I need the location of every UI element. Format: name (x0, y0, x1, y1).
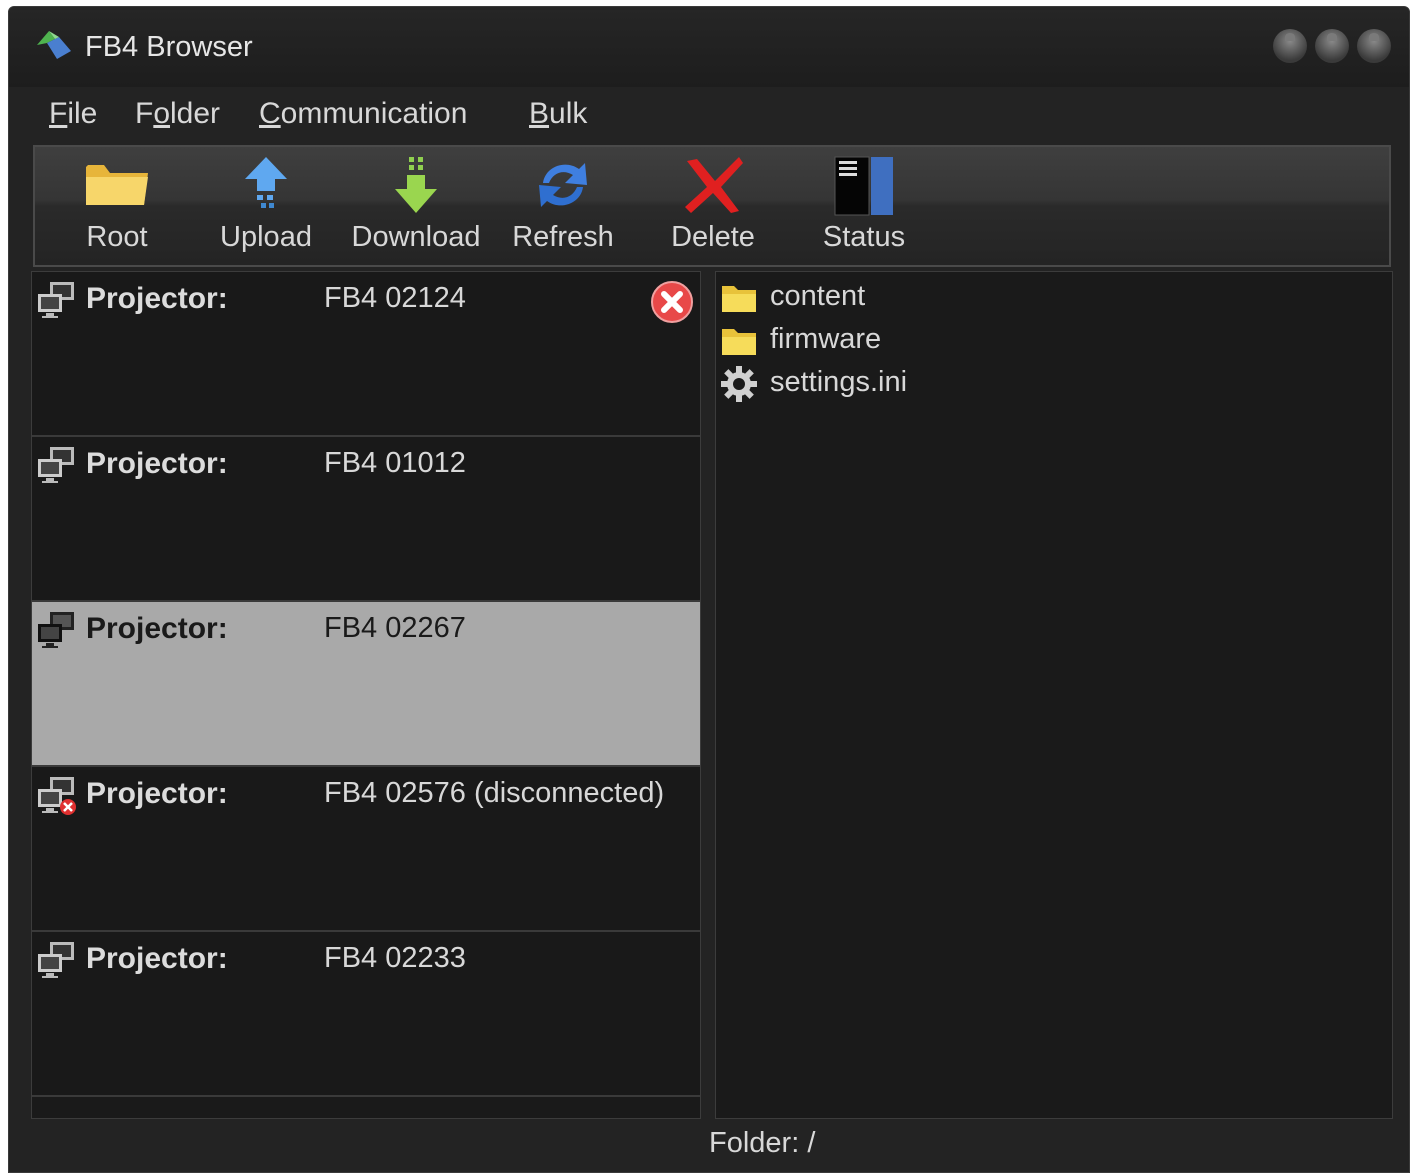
projector-row-selected[interactable]: Projector: FB4 02267 (32, 602, 700, 767)
title-bar: FB4 Browser (9, 7, 1409, 87)
projector-row[interactable]: Projector: FB4 02233 (32, 932, 700, 1097)
upload-button[interactable]: Upload (211, 147, 321, 265)
projector-row[interactable]: Projector: FB4 02576 (disconnected) (32, 767, 700, 932)
window-title: FB4 Browser (85, 31, 253, 63)
root-button[interactable]: Root (59, 147, 175, 265)
projector-icon (38, 612, 74, 648)
projector-icon (38, 942, 74, 978)
maximize-button[interactable] (1315, 29, 1349, 63)
close-button[interactable] (1357, 29, 1391, 63)
menu-bulk[interactable]: Bulk (529, 97, 587, 131)
delete-button[interactable]: Delete (661, 147, 765, 265)
file-browser-pane: content firmware settings.ini (715, 271, 1393, 1119)
refresh-button[interactable]: Refresh (511, 147, 615, 265)
minimize-button[interactable] (1273, 29, 1307, 63)
upload-icon (245, 157, 287, 208)
menu-communication[interactable]: Communication (259, 97, 467, 131)
app-icon (37, 31, 71, 59)
menu-folder[interactable]: Folder (135, 97, 220, 131)
projector-row[interactable]: Projector: FB4 01012 (32, 437, 700, 602)
projector-list: Projector: FB4 02124 Projector: FB4 0101… (31, 271, 701, 1119)
download-icon (395, 157, 437, 213)
folder-icon (722, 329, 756, 355)
remove-projector-icon[interactable] (650, 280, 694, 324)
menu-file[interactable]: File (49, 97, 97, 131)
toolbar: Root Upload Download Refresh Delete Stat… (33, 145, 1391, 267)
fb4-browser-window: FB4 Browser File Folder Communication Bu… (8, 6, 1410, 1173)
projector-icon (38, 447, 74, 483)
delete-icon (685, 157, 743, 213)
projector-row[interactable]: Projector: FB4 02124 (32, 272, 700, 437)
gear-icon (721, 366, 757, 402)
current-folder-label: Folder: / (709, 1127, 816, 1159)
menu-bar: File Folder Communication Bulk (9, 87, 1409, 143)
folder-icon (722, 286, 756, 312)
download-button[interactable]: Download (351, 147, 481, 265)
status-icon (834, 156, 893, 216)
projector-disconnected-icon (38, 777, 76, 815)
refresh-icon (539, 163, 587, 207)
projector-icon (38, 282, 74, 318)
folder-icon (86, 165, 148, 205)
status-bar: Folder: / (9, 1119, 1409, 1172)
status-button[interactable]: Status (811, 147, 917, 265)
